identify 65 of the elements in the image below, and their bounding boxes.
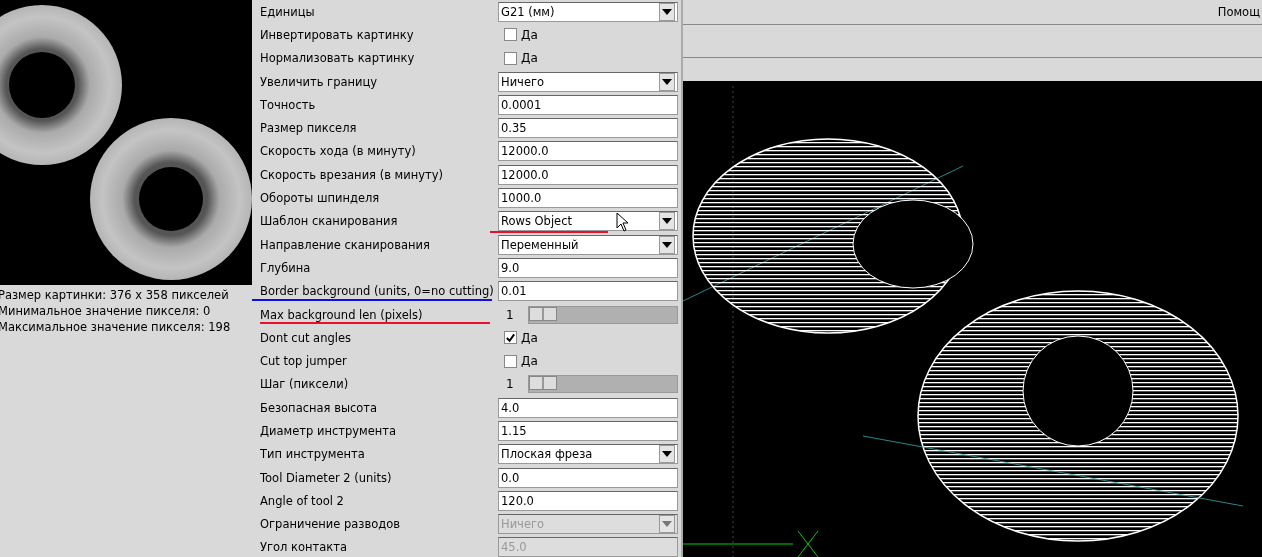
input-field[interactable]: 12000.0 (498, 141, 678, 162)
checkbox-label: Да (521, 354, 538, 369)
image-info-text: Размер картинки: 376 x 358 пикселей (0, 287, 230, 303)
dropdown[interactable]: G21 (мм) (498, 1, 678, 22)
setting-label: Направление сканирования (260, 237, 431, 252)
checkbox-label: Да (521, 330, 538, 345)
dropdown[interactable]: Ничего (498, 71, 678, 92)
input-field[interactable]: 0.0 (498, 467, 678, 488)
slider-thumb[interactable] (529, 306, 557, 321)
input-field[interactable]: 0.0001 (498, 94, 678, 115)
dropdown-arrow-icon (662, 521, 672, 528)
dropdown-arrow-icon (662, 78, 672, 85)
input-field[interactable]: 1000.0 (498, 188, 678, 208)
setting-label: Диаметр инструмента (260, 424, 398, 438)
input-field[interactable]: 120.0 (498, 490, 678, 511)
setting-label: Тип инструмента (260, 447, 366, 462)
slider-thumb[interactable] (529, 376, 557, 391)
input-field[interactable]: 12000.0 (498, 164, 678, 185)
dropdown-arrow-icon (662, 218, 672, 225)
setting-label: Инвертировать картинку (260, 27, 415, 42)
setting-label: Точность (260, 97, 317, 112)
setting-label: Нормализовать картинку (260, 51, 416, 66)
slider-value: 1 (505, 377, 515, 392)
dropdown[interactable]: Rows Object (498, 211, 678, 232)
input-field[interactable]: 1.15 (498, 421, 678, 441)
image-info-text: Максимальное значение пикселя: 198 (0, 319, 232, 335)
input-field[interactable]: 0.35 (498, 118, 678, 139)
menu-item[interactable]: Помощ (1217, 5, 1260, 19)
setting-label: Ограничение разводов (260, 517, 402, 532)
slider[interactable] (528, 375, 678, 394)
checkbox-label: Да (521, 51, 538, 66)
setting-label: Tool Diameter 2 (units) (260, 470, 393, 485)
checkbox-label: Да (521, 27, 538, 42)
dropdown-arrow-icon (662, 8, 672, 15)
checkbox[interactable] (504, 28, 517, 42)
input-field[interactable]: 4.0 (498, 397, 678, 418)
setting-label: Скорость врезания (в минуту) (260, 167, 445, 182)
setting-label: Dont cut angles (260, 330, 353, 345)
dropdown[interactable]: Плоская фреза (498, 444, 678, 465)
setting-label: Обороты шпинделя (260, 191, 381, 205)
setting-label: Безопасная высота (260, 400, 379, 415)
dropdown[interactable]: Переменный (498, 234, 678, 255)
setting-label: Border background (units, 0=no cutting) (260, 284, 495, 299)
setting-label: Скорость хода (в минуту) (260, 144, 417, 159)
input-field[interactable]: 0.01 (498, 281, 678, 302)
input-field[interactable]: 9.0 (498, 257, 678, 278)
setting-label: Глубина (260, 260, 312, 275)
slider[interactable] (528, 305, 678, 324)
setting-label: Шаблон сканирования (260, 214, 399, 229)
setting-label: Увеличить границу (260, 74, 379, 89)
mouse-pointer-icon (616, 212, 630, 232)
checkbox[interactable] (504, 354, 517, 368)
checkbox[interactable] (504, 331, 517, 345)
setting-label: Угол контакта (260, 540, 349, 555)
setting-label: Cut top jumper (260, 354, 348, 369)
setting-label: Шаг (пиксели) (260, 377, 350, 392)
setting-label: Размер пикселя (260, 121, 358, 136)
dropdown-arrow-icon (662, 241, 672, 248)
checkbox[interactable] (504, 51, 517, 65)
setting-label: Angle of tool 2 (260, 493, 345, 508)
setting-label: Max background len (pixels) (260, 307, 424, 322)
setting-label: Единицы (260, 4, 316, 19)
image-info-text: Минимальное значение пикселя: 0 (0, 303, 212, 319)
dropdown-arrow-icon (662, 451, 672, 458)
slider-value: 1 (505, 307, 515, 322)
